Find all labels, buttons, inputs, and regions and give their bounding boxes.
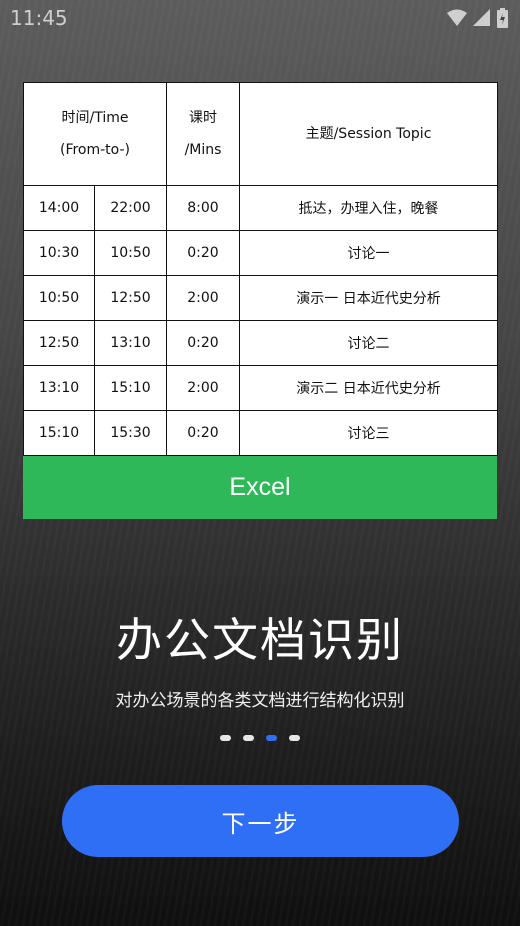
mins-column-header: 课时 /Mins (166, 82, 240, 186)
table-row: 12:50 13:10 0:20 讨论二 (23, 320, 498, 366)
topic-column-header: 主题/Session Topic (239, 82, 498, 186)
mins-cell: 0:20 (166, 320, 240, 366)
to-cell: 12:50 (94, 275, 167, 321)
to-cell: 10:50 (94, 230, 167, 276)
signal-icon (473, 9, 490, 26)
status-time: 11:45 (10, 6, 68, 30)
from-cell: 10:50 (23, 275, 95, 321)
topic-cell: 演示一 日本近代史分析 (239, 275, 498, 321)
mins-cell: 8:00 (166, 185, 240, 231)
table-row: 14:00 22:00 8:00 抵达，办理入住，晚餐 (23, 185, 498, 231)
table-row: 13:10 15:10 2:00 演示二 日本近代史分析 (23, 365, 498, 411)
to-cell: 15:10 (94, 365, 167, 411)
from-cell: 13:10 (23, 365, 95, 411)
table-row: 15:10 15:30 0:20 讨论三 (23, 410, 498, 456)
to-cell: 22:00 (94, 185, 167, 231)
topic-cell: 抵达，办理入住，晚餐 (239, 185, 498, 231)
mins-cell: 2:00 (166, 365, 240, 411)
from-cell: 15:10 (23, 410, 95, 456)
next-step-button[interactable]: 下一步 (62, 785, 459, 857)
table-row: 10:30 10:50 0:20 讨论一 (23, 230, 498, 276)
from-cell: 10:30 (23, 230, 95, 276)
feature-subtitle: 对办公场景的各类文档进行结构化识别 (115, 691, 405, 711)
time-column-header: 时间/Time (From-to-) (23, 82, 167, 186)
battery-icon (497, 8, 508, 28)
mins-cell: 2:00 (166, 275, 240, 321)
to-cell: 13:10 (94, 320, 167, 366)
status-bar: 11:45 (0, 0, 520, 36)
status-icons (447, 8, 508, 28)
topic-cell: 讨论二 (239, 320, 498, 366)
topic-cell: 讨论一 (239, 230, 498, 276)
mins-cell: 0:20 (166, 230, 240, 276)
topic-cell: 讨论三 (239, 410, 498, 456)
page-dot (243, 735, 254, 741)
page-indicator (0, 735, 520, 741)
topic-cell: 演示二 日本近代史分析 (239, 365, 498, 411)
from-cell: 14:00 (23, 185, 95, 231)
table-header-row: 时间/Time (From-to-) 课时 /Mins 主题/Session T… (23, 82, 498, 186)
schedule-table: 时间/Time (From-to-) 课时 /Mins 主题/Session T… (23, 82, 498, 456)
page-dot (289, 735, 300, 741)
document-preview: 时间/Time (From-to-) 课时 /Mins 主题/Session T… (23, 82, 498, 519)
mins-cell: 0:20 (166, 410, 240, 456)
excel-format-banner: Excel (23, 456, 497, 519)
to-cell: 15:30 (94, 410, 167, 456)
table-row: 10:50 12:50 2:00 演示一 日本近代史分析 (23, 275, 498, 321)
wifi-icon (447, 9, 467, 26)
page-dot (220, 735, 231, 741)
page-dot-active (266, 735, 277, 741)
feature-title: 办公文档识别 (116, 613, 404, 667)
from-cell: 12:50 (23, 320, 95, 366)
